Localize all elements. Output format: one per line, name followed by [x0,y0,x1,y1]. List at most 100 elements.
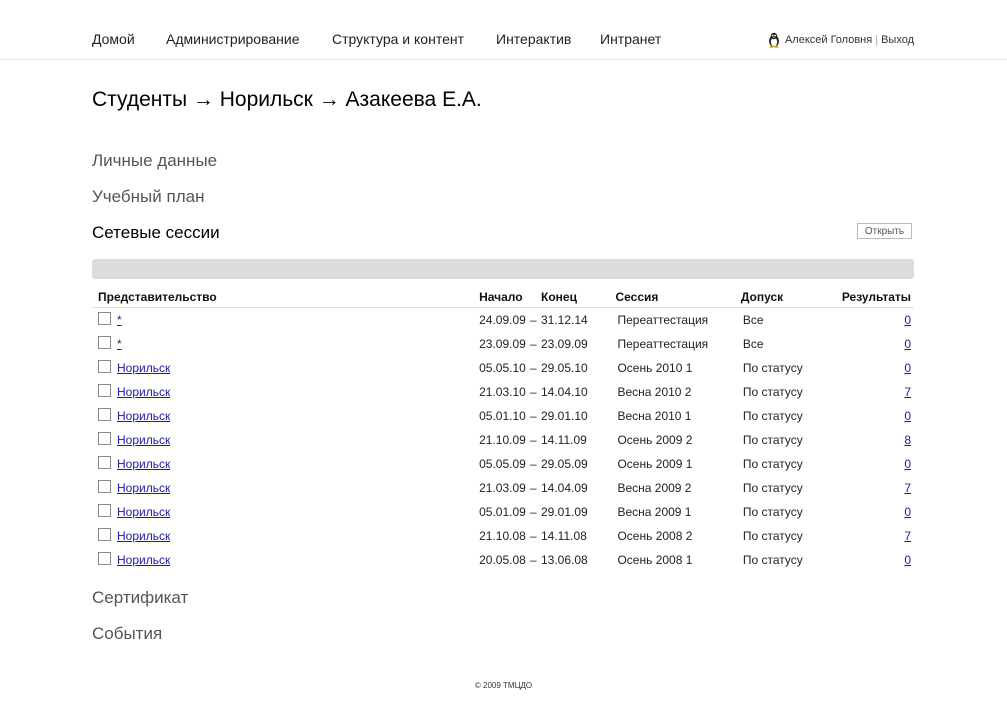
logout-link[interactable]: Выход [881,34,914,46]
representation-link[interactable]: Норильск [117,457,170,471]
cell-results: 0 [842,500,914,524]
section-network-sessions[interactable]: Сетевые сессии [92,223,220,243]
header-start: Начало [479,287,541,308]
table-row: * 23.09.09–23.09.09 Переаттестация Все 0 [92,332,914,356]
cell-representation: Норильск [92,500,479,524]
row-checkbox[interactable] [98,360,111,374]
cell-session: Осень 2008 1 [617,553,693,567]
row-checkbox[interactable] [98,528,111,542]
results-link[interactable]: 0 [904,361,911,375]
row-checkbox[interactable] [98,504,111,518]
cell-session: Весна 2010 2 [617,385,692,399]
results-link[interactable]: 0 [904,337,911,351]
table-row: Норильск 05.05.09–29.05.09 Осень 2009 1 По … [92,452,914,476]
representation-link[interactable]: Норильск [117,409,170,423]
start-date: 05.05.09 [479,457,526,471]
date-separator: – [529,553,537,567]
date-separator: – [529,409,537,423]
nav-interactive[interactable]: Интерактив [496,31,571,47]
table-row: Норильск 21.03.09–14.04.09 Весна 2009 2 По … [92,476,914,500]
row-checkbox[interactable] [98,480,111,494]
results-link[interactable]: 7 [904,385,911,399]
results-link[interactable]: 0 [904,409,911,423]
cell-start: 21.03.09– [479,476,541,500]
user-separator: | [875,34,879,46]
cell-start: 21.03.10– [479,380,541,404]
cell-session: Переаттестация [617,337,709,351]
row-checkbox[interactable] [98,456,111,470]
header-end: Конец [541,287,616,308]
results-link[interactable]: 8 [904,433,911,447]
header-representation: Представительство [92,287,480,308]
cell-start: 21.10.09– [479,428,541,452]
date-separator: – [529,337,537,351]
results-link[interactable]: 7 [904,529,911,543]
nav-home[interactable]: Домой [92,31,135,47]
representation-link[interactable]: * [117,337,122,351]
representation-link[interactable]: Норильск [117,481,170,495]
results-link[interactable]: 7 [904,481,911,495]
table-row: * 24.09.09–31.12.14 Переаттестация Все 0 [92,308,914,333]
cell-representation: Норильск [92,356,479,380]
cell-access: По статусу [742,433,803,447]
cell-start: 23.09.09– [479,332,541,356]
representation-link[interactable]: Норильск [117,529,170,543]
date-separator: – [529,505,537,519]
row-checkbox[interactable] [98,384,111,398]
cell-session: Осень 2009 2 [617,433,693,447]
start-date: 21.10.09 [479,433,526,447]
representation-link[interactable]: Норильск [117,385,170,399]
cell-results: 7 [842,476,914,500]
row-checkbox[interactable] [98,552,111,566]
representation-link[interactable]: * [117,313,122,327]
cell-session: Переаттестация [617,313,709,327]
representation-link[interactable]: Норильск [117,361,170,375]
open-button[interactable]: Открыть [857,223,912,239]
cell-representation: * [92,332,479,356]
start-date: 05.05.10 [479,361,526,375]
cell-results: 7 [842,380,914,404]
representation-link[interactable]: Норильск [117,505,170,519]
cell-access: По статусу [742,361,803,375]
date-separator: – [529,481,537,495]
user-name-link[interactable]: Алексей Головня [785,34,872,46]
header-access: Допуск [740,287,842,308]
table-row: Норильск 05.01.10–29.01.10 Весна 2010 1 По … [92,404,914,428]
nav-structure-content[interactable]: Структура и контент [332,31,464,47]
section-study-plan[interactable]: Учебный план [92,187,204,207]
representation-link[interactable]: Норильск [117,433,170,447]
row-checkbox[interactable] [98,312,111,326]
cell-end: 14.04.09 [541,481,588,495]
nav-administration[interactable]: Администрирование [166,31,300,47]
table-toolbar-bar [92,259,914,279]
results-link[interactable]: 0 [904,457,911,471]
cell-session: Осень 2010 1 [617,361,693,375]
cell-start: 24.09.09– [479,308,541,333]
table-row: Норильск 21.10.09–14.11.09 Осень 2009 2 По … [92,428,914,452]
section-events[interactable]: События [92,624,162,644]
start-date: 23.09.09 [479,337,526,351]
cell-end: 14.11.09 [541,433,587,447]
header-session: Сессия [615,287,741,308]
user-area: Алексей Головня | Выход [767,32,914,48]
cell-results: 0 [842,548,914,572]
date-separator: – [529,433,537,447]
results-link[interactable]: 0 [904,553,911,567]
results-link[interactable]: 0 [904,313,911,327]
date-separator: – [529,457,537,471]
cell-representation: Норильск [92,380,479,404]
row-checkbox[interactable] [98,432,111,446]
results-link[interactable]: 0 [904,505,911,519]
cell-representation: Норильск [92,476,479,500]
row-checkbox[interactable] [98,336,111,350]
representation-link[interactable]: Норильск [117,553,170,567]
cell-end: 23.09.09 [541,337,588,351]
section-certificate[interactable]: Сертификат [92,588,188,608]
date-separator: – [529,361,537,375]
section-personal-data[interactable]: Личные данные [92,151,217,171]
cell-session: Весна 2009 2 [617,481,692,495]
cell-results: 0 [842,404,914,428]
nav-intranet[interactable]: Интранет [600,31,661,47]
row-checkbox[interactable] [98,408,111,422]
table-row: Норильск 05.05.10–29.05.10 Осень 2010 1 По … [92,356,914,380]
